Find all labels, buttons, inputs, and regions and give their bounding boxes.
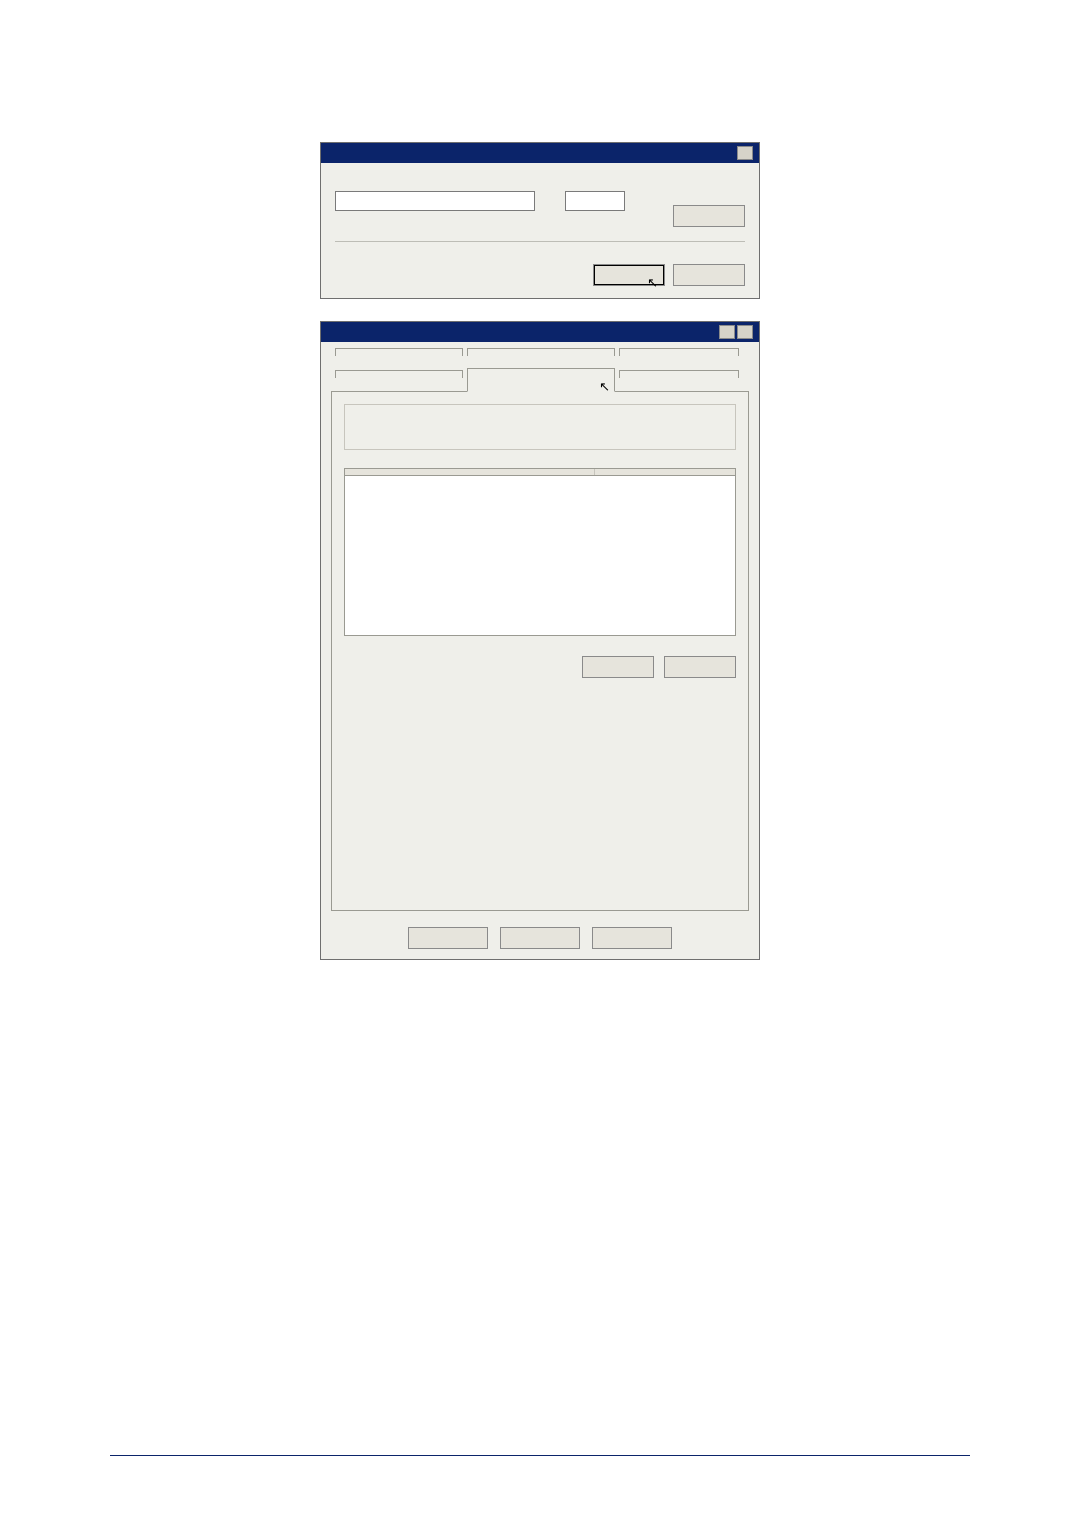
close-icon[interactable] [737,325,753,339]
tab-persistent-targets[interactable] [467,348,615,356]
tab-available-targets[interactable]: ↖ [467,368,615,392]
tab-target-portals[interactable] [335,370,463,378]
help-icon[interactable] [719,325,735,339]
dialog1-footer: ↖ [321,264,759,298]
targets-buttons-row [344,656,736,678]
dialog1-titlebar [321,143,759,163]
add-target-portal-dialog: ↖ [320,142,760,299]
targets-list[interactable] [344,476,736,636]
refresh-button[interactable] [664,656,736,678]
dialog2-footer [321,921,759,959]
figure-122-area: ↖ [270,321,810,960]
iscsi-properties-dialog: ↖ [320,321,760,960]
tab-strip: ↖ [331,348,749,392]
ip-column [335,189,537,227]
ip-address-input[interactable] [335,191,535,211]
col-header-status[interactable] [595,469,735,475]
tab-isns-servers[interactable] [335,348,463,356]
tab-active-sessions[interactable] [619,370,739,378]
dialog2-titlebar [321,322,759,342]
apply-button[interactable] [592,927,672,949]
socket-column [565,189,645,227]
tab-initiator-settings[interactable] [619,348,739,356]
advanced-column [673,189,745,227]
log-on-button[interactable] [582,656,654,678]
socket-input[interactable] [565,191,625,211]
cursor-icon: ↖ [647,275,658,291]
dialog1-input-row [335,189,745,227]
col-header-name[interactable] [345,469,595,475]
tab-panel-available-targets [331,391,749,911]
dialog2-body: ↖ [321,342,759,921]
dialog1-divider [335,241,745,242]
description-groupbox [344,404,736,450]
close-icon[interactable] [737,146,753,160]
cancel-button[interactable] [673,264,745,286]
ok-button[interactable] [408,927,488,949]
advanced-button[interactable] [673,205,745,227]
dialog1-body [321,163,759,264]
ok-button[interactable]: ↖ [593,264,665,286]
page-footer [110,1455,970,1464]
cancel-button[interactable] [500,927,580,949]
targets-list-header [344,468,736,476]
figure-121-area: ↖ [270,142,810,299]
document-page: ↖ [0,0,1080,1528]
